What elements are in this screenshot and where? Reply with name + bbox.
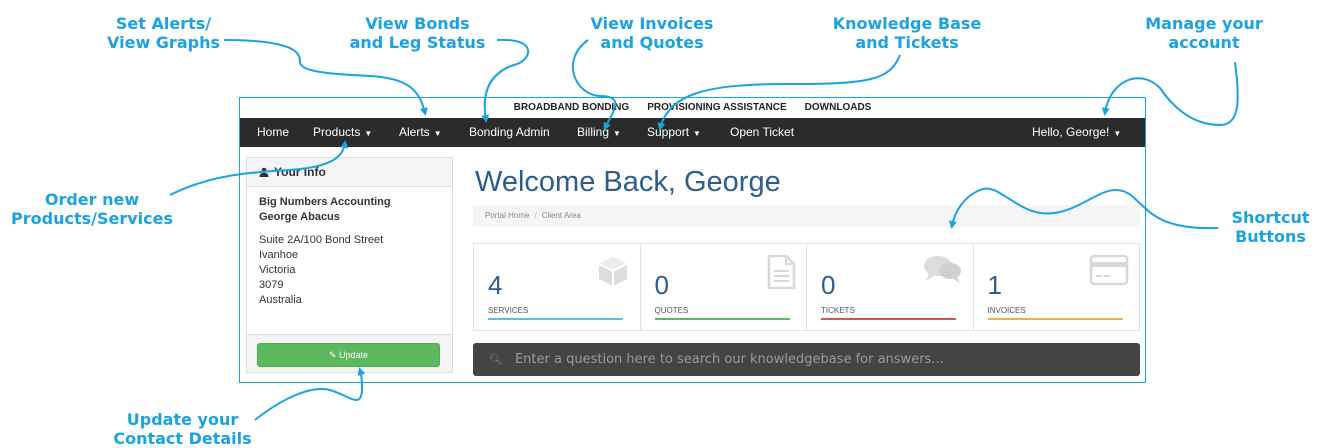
top-menu-provisioning-assistance[interactable]: PROVISIONING ASSISTANCE xyxy=(647,98,786,118)
services-underline xyxy=(488,318,623,320)
nav-open-ticket-label: Open Ticket xyxy=(730,125,795,139)
quotes-count: 0 xyxy=(654,270,669,300)
caret-down-icon: ▼ xyxy=(1113,129,1122,138)
address-country: Australia xyxy=(259,294,302,306)
page-title: Welcome Back, George xyxy=(475,166,781,198)
contact-details: Big Numbers Accounting George Abacus Sui… xyxy=(247,187,452,316)
panel-heading: Your Info xyxy=(247,158,452,187)
caret-down-icon: ▼ xyxy=(613,129,621,138)
nav-user-label: Hello, George! xyxy=(1032,125,1110,139)
breadcrumb-client-area: Client Area xyxy=(541,211,581,220)
your-info-panel: Your Info Big Numbers Accounting George … xyxy=(246,157,453,373)
knowledgebase-search-input[interactable]: 🔍︎ Enter a question here to search our kn… xyxy=(473,343,1140,376)
nav-user-menu[interactable]: Hello, George! ▼ xyxy=(1032,118,1121,147)
nav-alerts[interactable]: Alerts ▼ xyxy=(399,118,442,147)
search-icon: 🔍︎ xyxy=(489,353,503,366)
caret-down-icon: ▼ xyxy=(433,129,442,138)
invoices-label: INVOICES xyxy=(987,306,1026,315)
update-button[interactable]: ✎ Update xyxy=(257,343,440,367)
user-icon xyxy=(259,167,269,177)
caret-down-icon: ▼ xyxy=(364,129,373,138)
address-line: Suite 2A/100 Bond Street xyxy=(259,234,384,246)
nav-home[interactable]: Home xyxy=(257,118,289,147)
search-placeholder: Enter a question here to search our know… xyxy=(514,352,944,367)
tile-invoices[interactable]: 1 INVOICES xyxy=(974,244,1140,330)
tickets-underline xyxy=(821,318,956,320)
annotation-set-alerts: Set Alerts/ View Graphs xyxy=(107,14,220,52)
nav-products[interactable]: Products ▼ xyxy=(313,118,372,147)
top-menu-downloads[interactable]: DOWNLOADS xyxy=(805,98,872,118)
company-name: Big Numbers Accounting xyxy=(259,196,391,208)
annotation-view-invoices: View Invoices and Quotes xyxy=(590,14,714,52)
invoices-underline xyxy=(987,318,1123,320)
breadcrumb-portal-home[interactable]: Portal Home xyxy=(485,211,529,220)
annotation-view-bonds: View Bonds and Leg Status xyxy=(349,14,486,52)
nav-support-label: Support xyxy=(647,125,690,139)
shortcut-tiles: 4 SERVICES 0 QUOTES 0 TICKETS 1 INVOICES xyxy=(473,243,1140,331)
document-icon xyxy=(767,254,796,290)
tile-quotes[interactable]: 0 QUOTES xyxy=(641,244,807,330)
nav-alerts-label: Alerts xyxy=(399,125,430,139)
nav-products-label: Products xyxy=(313,125,361,139)
address-state: Victoria xyxy=(259,264,296,276)
annotation-knowledge-base: Knowledge Base and Tickets xyxy=(832,14,982,52)
nav-bonding-admin[interactable]: Bonding Admin xyxy=(469,118,550,147)
panel-title: Your Info xyxy=(274,165,326,179)
nav-billing-label: Billing xyxy=(577,125,610,139)
annotation-order-products: Order new Products/Services xyxy=(11,190,173,228)
top-menu-broadband-bonding[interactable]: BROADBAND BONDING xyxy=(514,98,630,118)
nav-home-label: Home xyxy=(257,125,290,139)
nav-billing[interactable]: Billing ▼ xyxy=(577,118,621,147)
credit-card-icon xyxy=(1089,254,1129,286)
nav-bonding-admin-label: Bonding Admin xyxy=(469,125,550,139)
tile-services[interactable]: 4 SERVICES xyxy=(474,244,641,330)
breadcrumb: Portal Home / Client Area xyxy=(473,205,1140,227)
contact-name: George Abacus xyxy=(259,211,340,223)
caret-down-icon: ▼ xyxy=(693,129,701,138)
tile-tickets[interactable]: 0 TICKETS xyxy=(807,244,974,330)
quotes-label: QUOTES xyxy=(654,306,689,315)
address-postcode: 3079 xyxy=(259,279,284,291)
annotation-update-contact: Update your Contact Details xyxy=(113,410,252,448)
annotation-shortcut-buttons: Shortcut Buttons xyxy=(1231,208,1310,246)
tickets-count: 0 xyxy=(821,270,836,300)
tickets-label: TICKETS xyxy=(821,306,855,315)
services-label: SERVICES xyxy=(488,306,529,315)
cube-icon xyxy=(598,257,627,286)
nav-support[interactable]: Support ▼ xyxy=(647,118,701,147)
update-button-label: Update xyxy=(339,350,369,360)
portal-screenshot: BROADBAND BONDING PROVISIONING ASSISTANC… xyxy=(239,97,1146,383)
nav-open-ticket[interactable]: Open Ticket xyxy=(730,118,794,147)
invoices-count: 1 xyxy=(987,270,1002,300)
panel-footer: ✎ Update xyxy=(247,334,452,372)
main-navbar: Home Products ▼ Alerts ▼ Bonding Admin Bil… xyxy=(240,118,1145,147)
pencil-icon: ✎ xyxy=(328,350,337,360)
quotes-underline xyxy=(654,318,790,320)
comments-icon xyxy=(923,256,961,283)
services-count: 4 xyxy=(488,270,503,300)
annotation-manage-account: Manage your account xyxy=(1145,14,1263,52)
top-menu: BROADBAND BONDING PROVISIONING ASSISTANC… xyxy=(240,98,1145,118)
address-suburb: Ivanhoe xyxy=(259,249,299,261)
